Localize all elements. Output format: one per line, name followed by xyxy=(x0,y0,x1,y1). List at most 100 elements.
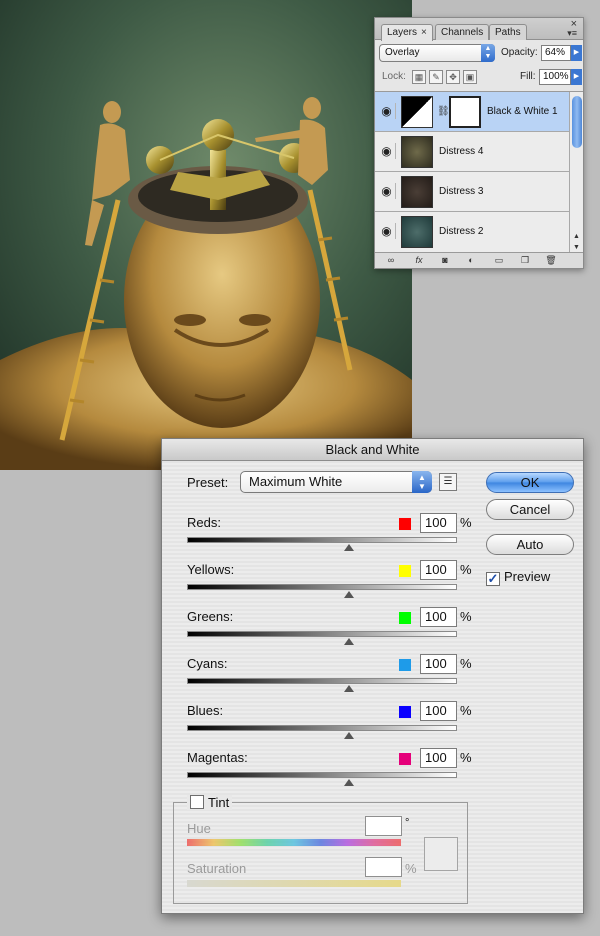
blend-mode-value: Overlay xyxy=(385,47,420,58)
hue-unit: ° xyxy=(405,817,410,829)
percent-unit: % xyxy=(460,656,472,671)
channel-color-swatch xyxy=(399,659,411,671)
channel-slider-track[interactable] xyxy=(187,537,457,543)
folder-icon[interactable]: ▭ xyxy=(491,255,507,266)
hue-field[interactable] xyxy=(365,816,402,836)
preset-options-icon[interactable]: ☰ xyxy=(439,473,457,491)
channel-slider-track[interactable] xyxy=(187,584,457,590)
blend-mode-select[interactable]: Overlay ▲ ▼ xyxy=(379,44,495,62)
new-layer-icon[interactable]: ❐ xyxy=(517,255,533,266)
preview-checkbox[interactable]: ✓ Preview xyxy=(486,569,550,586)
mask-icon[interactable]: ◙ xyxy=(437,255,453,266)
tab-layers[interactable]: Layers × xyxy=(381,24,433,41)
slider-thumb-icon[interactable] xyxy=(344,544,354,551)
saturation-unit: % xyxy=(405,861,417,876)
channel-label: Yellows: xyxy=(187,562,235,577)
saturation-field[interactable] xyxy=(365,857,402,877)
tint-checkbox[interactable]: Tint xyxy=(187,795,233,810)
eye-icon[interactable]: ◉ xyxy=(378,223,396,239)
layer-mask-thumbnail[interactable] xyxy=(449,96,481,128)
layer-row[interactable]: ◉ Distress 2 xyxy=(375,212,569,254)
channel-slider-track[interactable] xyxy=(187,631,457,637)
black-and-white-dialog: Black and White Preset: Maximum White ▲ ▼… xyxy=(161,438,584,914)
channel-slider-track[interactable] xyxy=(187,772,457,778)
adjustment-icon[interactable]: ◐ xyxy=(463,255,479,266)
slider-thumb-icon[interactable] xyxy=(344,591,354,598)
eye-icon[interactable]: ◉ xyxy=(378,143,396,159)
link-icon[interactable]: ∞ xyxy=(383,255,399,266)
cancel-button[interactable]: Cancel xyxy=(486,499,574,520)
opacity-value: 64% xyxy=(545,47,566,58)
eye-icon[interactable]: ◉ xyxy=(378,103,396,119)
layer-name: Distress 2 xyxy=(439,226,484,237)
tab-channels[interactable]: Channels xyxy=(435,24,490,40)
channel-value-field[interactable]: 100 xyxy=(420,748,457,768)
preset-value: Maximum White xyxy=(249,474,343,489)
channel-slider-track[interactable] xyxy=(187,678,457,684)
lock-label: Lock: xyxy=(382,71,406,82)
channel-label: Cyans: xyxy=(187,656,228,671)
saturation-label: Saturation xyxy=(187,861,247,876)
fill-label: Fill: xyxy=(520,71,536,82)
palette-bottom-bar: ∞ fx ◙ ◐ ▭ ❐ 🗑 xyxy=(375,252,583,268)
layer-list-scrollbar[interactable]: ▲ ▼ xyxy=(569,92,583,254)
scroll-up-icon[interactable]: ▲ xyxy=(570,233,583,240)
lock-image-icon[interactable]: ✎ xyxy=(429,70,443,84)
lock-transparency-icon[interactable]: ▦ xyxy=(412,70,426,84)
trash-icon[interactable]: 🗑 xyxy=(543,255,559,266)
preview-check-icon[interactable]: ✓ xyxy=(486,572,500,586)
channel-label: Magentas: xyxy=(187,750,248,765)
scrollbar-thumb[interactable] xyxy=(572,96,582,148)
layers-palette: Layers × Channels Paths × ▾≡ Overlay ▲ ▼ O… xyxy=(374,17,584,269)
opacity-label: Opacity: xyxy=(501,47,538,58)
tab-channels-label: Channels xyxy=(441,27,484,38)
tint-check-icon[interactable] xyxy=(190,795,204,809)
select-arrows-icon: ▲ ▼ xyxy=(412,471,432,493)
saturation-slider-track[interactable] xyxy=(187,880,401,887)
fx-icon[interactable]: fx xyxy=(411,255,427,266)
layer-list: ◉ ⛓ Black & White 1 ◉ Distress 4 ◉ Distr… xyxy=(375,91,583,254)
fill-value: 100% xyxy=(543,71,569,82)
slider-thumb-icon[interactable] xyxy=(344,685,354,692)
channel-value-field[interactable]: 100 xyxy=(420,560,457,580)
layer-row[interactable]: ◉ Distress 3 xyxy=(375,172,569,212)
slider-thumb-icon[interactable] xyxy=(344,732,354,739)
channel-slider-row: Cyans: 100% xyxy=(187,654,472,701)
auto-button[interactable]: Auto xyxy=(486,534,574,555)
layer-thumbnail xyxy=(401,176,433,208)
palette-menu-icon[interactable]: ▾≡ xyxy=(567,28,577,39)
tab-paths[interactable]: Paths xyxy=(489,24,527,40)
ok-button[interactable]: OK xyxy=(486,472,574,493)
layer-name: Distress 3 xyxy=(439,186,484,197)
layer-row[interactable]: ◉ Distress 4 xyxy=(375,132,569,172)
channel-value-field[interactable]: 100 xyxy=(420,701,457,721)
channel-value-field[interactable]: 100 xyxy=(420,607,457,627)
fill-slider-arrow-icon[interactable]: ▶ xyxy=(571,69,582,85)
preset-label: Preset: xyxy=(187,475,229,490)
channel-value-field[interactable]: 100 xyxy=(420,513,457,533)
tab-close-icon[interactable]: × xyxy=(421,27,427,38)
channel-slider-row: Blues: 100% xyxy=(187,701,472,748)
hue-slider-track[interactable] xyxy=(187,839,401,846)
preset-select[interactable]: Maximum White ▲ ▼ xyxy=(240,471,432,493)
channel-color-swatch xyxy=(399,612,411,624)
slider-thumb-icon[interactable] xyxy=(344,638,354,645)
channel-value-field[interactable]: 100 xyxy=(420,654,457,674)
tint-color-swatch[interactable] xyxy=(424,837,458,871)
layer-name: Black & White 1 xyxy=(487,106,558,117)
scroll-down-icon[interactable]: ▼ xyxy=(570,244,583,251)
channel-slider-row: Greens: 100% xyxy=(187,607,472,654)
slider-thumb-icon[interactable] xyxy=(344,779,354,786)
channel-label: Reds: xyxy=(187,515,221,530)
opacity-slider-arrow-icon[interactable]: ▶ xyxy=(571,45,582,61)
lock-position-icon[interactable]: ✥ xyxy=(446,70,460,84)
channel-label: Blues: xyxy=(187,703,224,718)
opacity-field[interactable]: 64% ▶ xyxy=(541,45,582,61)
eye-icon[interactable]: ◉ xyxy=(378,183,396,199)
channel-slider-track[interactable] xyxy=(187,725,457,731)
chain-link-icon[interactable]: ⛓ xyxy=(437,106,450,117)
layer-row[interactable]: ◉ ⛓ Black & White 1 xyxy=(375,92,569,132)
document-canvas[interactable] xyxy=(0,0,412,470)
fill-field[interactable]: 100% ▶ xyxy=(539,69,582,85)
lock-all-icon[interactable]: ▣ xyxy=(463,70,477,84)
